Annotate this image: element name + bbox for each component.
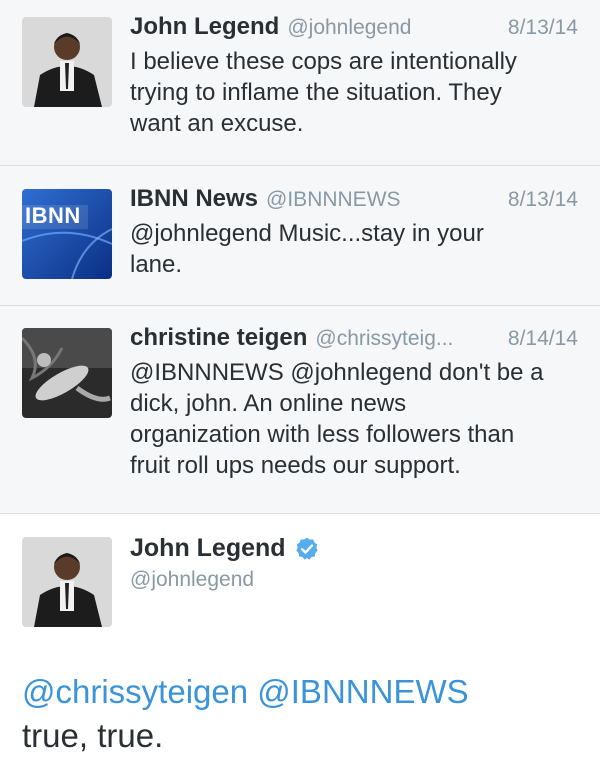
avatar[interactable]	[22, 537, 112, 627]
tweet-author-handle[interactable]: @johnlegend	[287, 16, 411, 40]
mention-link[interactable]: @chrissyteigen	[22, 673, 248, 710]
tweet-text: @johnlegend Music...stay in your lane.	[130, 218, 578, 280]
tweet-author-handle[interactable]: @chrissyteig...	[315, 327, 453, 351]
tweet-author-name[interactable]: IBNN News	[130, 185, 258, 213]
avatar[interactable]: IBNN	[22, 189, 112, 279]
avatar[interactable]	[22, 328, 112, 418]
tweet-text-line: I believe these cops are intentionally	[130, 48, 517, 75]
tweet-date: 8/14/14	[507, 327, 578, 350]
expanded-author-name[interactable]: John Legend	[130, 534, 320, 563]
tweet-author-name[interactable]: John Legend	[130, 13, 279, 41]
tweet-text: @IBNNNEWS @johnlegend don't be a dick, j…	[130, 357, 578, 481]
author-name-text[interactable]: John Legend	[130, 534, 286, 563]
tweet-date: 8/13/14	[507, 188, 578, 211]
tweet-text-line: fruit roll ups needs our support.	[130, 452, 461, 479]
tweet-text-line: want an excuse.	[130, 110, 304, 137]
expanded-tweet-text: @chrissyteigen @IBNNNEWS true, true.	[22, 670, 469, 758]
expanded-author-handle[interactable]: @johnlegend	[130, 568, 254, 592]
tweet-text-line: lane.	[130, 251, 183, 278]
tweet-text-line: true, true.	[22, 717, 164, 754]
tweet-author-handle[interactable]: @IBNNNEWS	[266, 188, 401, 212]
tweet-row[interactable]: John Legend @johnlegend 8/13/14 I believ…	[0, 0, 600, 166]
avatar[interactable]	[22, 17, 112, 107]
person-avatar-icon	[22, 17, 112, 107]
avatar-logo-text: IBNN	[25, 203, 81, 228]
person-avatar-icon	[22, 537, 112, 627]
mention-link[interactable]: @IBNNNEWS	[257, 673, 468, 710]
tweet-text-line: @IBNNNEWS @johnlegend don't be a	[130, 359, 544, 386]
tweet-row[interactable]: IBNN IBNN News @IBNNNEWS 8/13/14 @johnle…	[0, 166, 600, 306]
tweet-text-line: trying to inflame the situation. They	[130, 79, 502, 106]
tweet-date: 8/13/14	[507, 16, 578, 39]
tweet-text-line: dick, john. An online news	[130, 390, 407, 417]
photo-avatar-icon	[22, 328, 112, 418]
tweet-author-name[interactable]: christine teigen	[130, 324, 307, 352]
tweet-text-line: organization with less followers than	[130, 421, 515, 448]
tweet-row[interactable]: christine teigen @chrissyteig... 8/14/14…	[0, 306, 600, 514]
tweet-text: I believe these cops are intentionally t…	[130, 46, 578, 139]
verified-badge-icon	[295, 537, 318, 560]
tweet-text-line: @johnlegend Music...stay in your	[130, 220, 484, 247]
